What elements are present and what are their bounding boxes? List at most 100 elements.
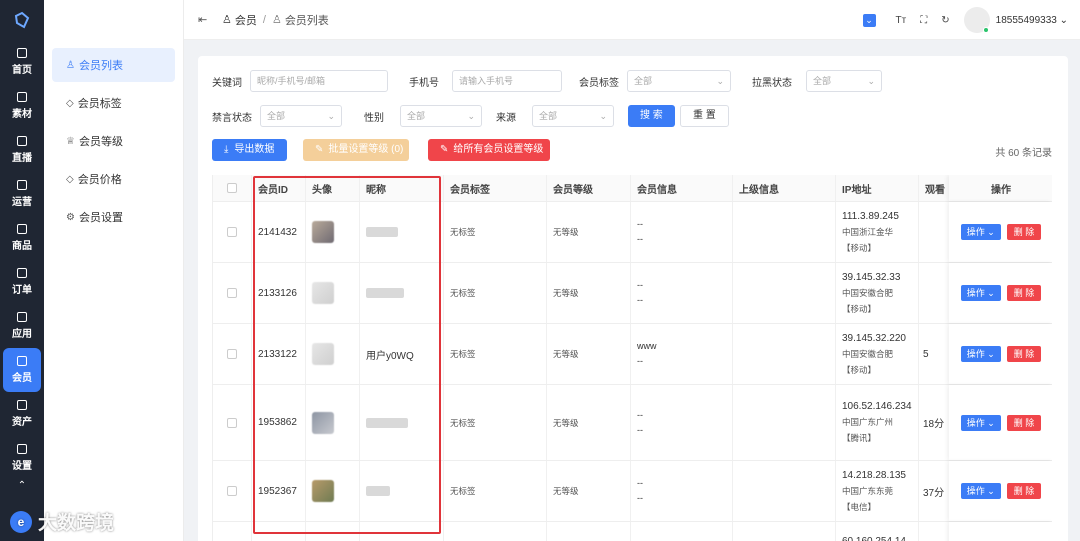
cell-ip-address: 106.52.146.234 中国广东广州 【腾讯】 (836, 385, 919, 460)
row-delete-button[interactable]: 删 除 (1006, 483, 1042, 499)
submenu-item-member-levels[interactable]: ♕ 会员等级 (52, 124, 175, 158)
rail-item-label: 会员 (12, 373, 32, 384)
cell-parent-info (733, 461, 836, 521)
rail-item-label: 应用 (12, 329, 32, 340)
rail-item-settings[interactable]: 设置 (0, 436, 44, 480)
rail-item-label: 订单 (12, 285, 32, 296)
theme-toggle-icon[interactable]: ⌄ (862, 13, 876, 27)
rail-item-label: 商品 (12, 241, 32, 252)
refresh-icon[interactable]: ↻ (941, 15, 949, 26)
rail-item-home[interactable]: 首页 (0, 40, 44, 84)
row-checkbox[interactable] (227, 227, 237, 237)
row-operate-button[interactable]: 操作 ⌄ (960, 285, 1001, 301)
select-all-checkbox[interactable] (227, 183, 237, 193)
rail-item-label: 设置 (12, 461, 32, 472)
rail-item-cart[interactable]: 商品 (0, 216, 44, 260)
member-submenu: ♙ 会员列表 ◇ 会员标签 ♕ 会员等级 ◇ 会员价格 ⚙ 会员设置 (44, 0, 184, 541)
operations-icon (17, 180, 27, 190)
cell-ip-address: 111.3.89.245 中国浙江金华 【移动】 (836, 202, 919, 262)
breadcrumb-item-member[interactable]: 会员 (235, 12, 257, 28)
row-operate-button[interactable]: 操作 ⌄ (960, 224, 1001, 240)
top-header: ⇤ ♙ 会员 / ♙ 会员列表 ⌄ Tт ⛶ ↻ 18555499333 ⌄ (184, 0, 1080, 40)
row-checkbox[interactable] (227, 486, 237, 496)
cell-ip-address: 14.218.28.135 中国广东东莞 【电信】 (836, 461, 919, 521)
price-tag-icon: ◇ (66, 173, 74, 185)
cell-actions: 操作 ⌄ 删 除 (949, 263, 1052, 323)
rail-item-user[interactable]: 会员 (3, 348, 41, 392)
breadcrumb: ♙ 会员 / ♙ 会员列表 (222, 12, 329, 28)
rail-item-wallet[interactable]: 资产 (0, 392, 44, 436)
submenu-item-member-settings[interactable]: ⚙ 会员设置 (52, 200, 175, 234)
fullscreen-icon[interactable]: ⛶ (920, 15, 927, 26)
row-operate-button[interactable]: 操作 ⌄ (960, 346, 1001, 362)
rail-item-operations[interactable]: 运营 (0, 172, 44, 216)
cell-member-tag: 无标签 (444, 461, 547, 521)
submenu-item-member-list[interactable]: ♙ 会员列表 (52, 48, 175, 82)
download-icon: ⤓ (224, 144, 229, 155)
gender-label: 性别 (364, 112, 384, 124)
cell-member-tag: 无标签 (444, 263, 547, 323)
rail-item-order[interactable]: 订单 (0, 260, 44, 304)
row-checkbox[interactable] (227, 349, 237, 359)
row-checkbox[interactable] (227, 417, 237, 428)
row-operate-button[interactable]: 操作 ⌄ (960, 483, 1001, 499)
cell-parent-info (733, 202, 836, 262)
online-status-dot (982, 27, 989, 33)
user-account[interactable]: 18555499333 ⌄ (996, 15, 1068, 26)
cell-member-info: -- -- (631, 202, 733, 262)
image-icon (17, 92, 27, 102)
keyword-input[interactable]: 昵称/手机号/邮箱 (250, 70, 388, 92)
font-size-icon[interactable]: Tт (896, 15, 907, 26)
cell-member-tag (444, 522, 547, 541)
chevron-down-icon: ⌄ (716, 76, 724, 86)
submenu-item-member-price[interactable]: ◇ 会员价格 (52, 162, 175, 196)
cell-ip-address: 60.160.254.14 (836, 522, 919, 541)
chevron-down-icon: ⌄ (867, 76, 875, 86)
rail-item-label: 资产 (12, 417, 32, 428)
member-tag-label: 会员标签 (579, 77, 619, 89)
rail-item-video[interactable]: 直播 (0, 128, 44, 172)
chevron-down-icon: ⌄ (599, 111, 607, 121)
source-select[interactable]: 全部 ⌄ (532, 105, 614, 127)
submenu-item-label: 会员列表 (78, 60, 123, 72)
set-all-levels-button[interactable]: ✎ 给所有会员设置等级 (428, 139, 550, 161)
search-button[interactable]: 搜 索 (628, 105, 675, 127)
cell-member-level: 无等级 (547, 385, 631, 460)
reset-button[interactable]: 重 置 (680, 105, 729, 127)
cell-member-info: -- -- (631, 263, 733, 323)
row-delete-button[interactable]: 删 除 (1006, 346, 1042, 362)
cell-parent-info (733, 385, 836, 460)
avatar[interactable] (963, 7, 990, 33)
cell-member-tag: 无标签 (444, 202, 547, 262)
gear-icon: ⚙ (66, 211, 75, 223)
submenu-item-label: 会员价格 (77, 174, 122, 186)
phone-input[interactable]: 请输入手机号 (452, 70, 562, 92)
row-operate-button[interactable]: 操作 ⌄ (960, 414, 1001, 431)
blacklist-status-select[interactable]: 全部 ⌄ (806, 70, 882, 92)
export-data-button[interactable]: ⤓ 导出数据 (212, 139, 287, 161)
gender-select[interactable]: 全部 ⌄ (400, 105, 482, 127)
total-records: 共 60 条记录 (995, 148, 1052, 159)
rail-item-image[interactable]: 素材 (0, 84, 44, 128)
cell-member-level: 无等级 (547, 202, 631, 262)
edit-icon: ✎ (315, 144, 324, 155)
mute-status-select[interactable]: 全部 ⌄ (260, 105, 342, 127)
watermark-logo-icon: e (10, 510, 32, 533)
cell-member-info (631, 522, 733, 541)
rail-item-drop[interactable]: 应用 (0, 304, 44, 348)
member-tag-select[interactable]: 全部 ⌄ (627, 70, 731, 92)
row-delete-button[interactable]: 删 除 (1006, 414, 1042, 431)
user-icon (17, 356, 27, 366)
batch-set-level-button[interactable]: ✎ 批量设置等级 (0) (303, 139, 409, 161)
row-delete-button[interactable]: 删 除 (1006, 224, 1042, 240)
cell-actions: 操作 ⌄ 删 除 (949, 385, 1052, 460)
app-logo[interactable] (0, 0, 44, 40)
rail-scroll-up-icon[interactable]: ⌃ (0, 480, 44, 500)
row-checkbox[interactable] (227, 288, 237, 298)
col-actions: 操作 (949, 175, 1052, 201)
submenu-item-member-tags[interactable]: ◇ 会员标签 (52, 86, 175, 120)
header-tools: ⌄ Tт ⛶ ↻ 18555499333 ⌄ (862, 0, 1068, 40)
row-delete-button[interactable]: 删 除 (1006, 285, 1042, 301)
collapse-sidebar-icon[interactable]: ⇤ (198, 13, 214, 26)
submenu-item-label: 会员标签 (77, 98, 122, 110)
